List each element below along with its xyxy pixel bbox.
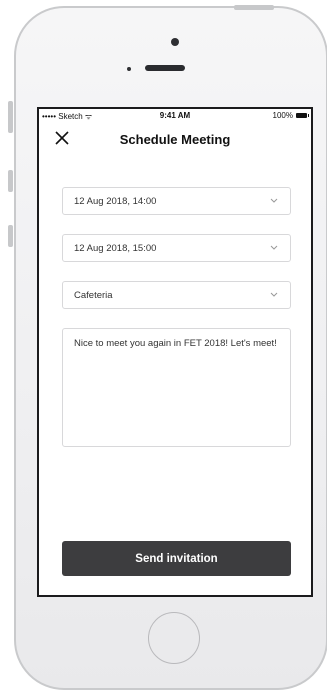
start-time-select[interactable]: 12 Aug 2018, 14:00 xyxy=(62,187,291,215)
status-bar: ••••• Sketch ᯤ 9:41 AM 100% xyxy=(39,109,311,123)
end-time-value: 12 Aug 2018, 15:00 xyxy=(74,243,157,254)
start-time-value: 12 Aug 2018, 14:00 xyxy=(74,196,157,207)
status-time: 9:41 AM xyxy=(159,111,191,120)
home-button[interactable] xyxy=(148,612,200,664)
end-time-select[interactable]: 12 Aug 2018, 15:00 xyxy=(62,234,291,262)
mute-switch xyxy=(8,101,13,133)
location-select[interactable]: Cafeteria xyxy=(62,281,291,309)
volume-up-button xyxy=(8,170,13,192)
location-value: Cafeteria xyxy=(74,290,113,301)
chevron-down-icon xyxy=(270,245,278,250)
chevron-down-icon xyxy=(270,292,278,297)
power-button xyxy=(234,5,274,10)
front-camera xyxy=(171,38,179,46)
message-textarea[interactable]: Nice to meet you again in FET 2018! Let'… xyxy=(62,328,291,447)
chevron-down-icon xyxy=(270,198,278,203)
battery-percent: 100% xyxy=(272,111,293,120)
app-screen: ••••• Sketch ᯤ 9:41 AM 100% Schedule Mee… xyxy=(37,107,313,597)
volume-down-button xyxy=(8,225,13,247)
earpiece-speaker xyxy=(145,65,185,71)
proximity-sensor xyxy=(127,67,131,71)
send-invitation-button[interactable]: Send invitation xyxy=(62,541,291,576)
battery-icon xyxy=(296,113,309,118)
page-title: Schedule Meeting xyxy=(119,132,231,147)
